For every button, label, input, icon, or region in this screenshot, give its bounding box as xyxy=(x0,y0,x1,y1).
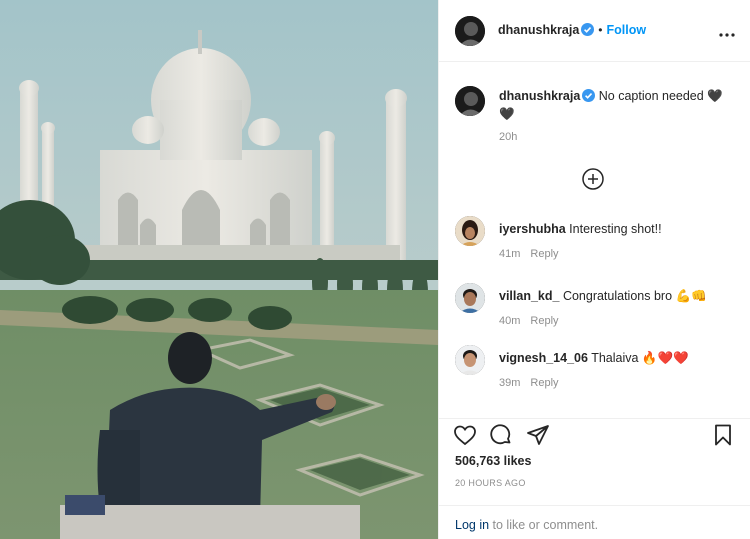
login-link[interactable]: Log in xyxy=(455,518,489,532)
comment-text: Interesting shot!! xyxy=(569,222,662,236)
bookmark-icon[interactable] xyxy=(711,423,735,450)
reply-button[interactable]: Reply xyxy=(530,248,558,260)
caption-username[interactable]: dhanushkraja xyxy=(499,89,580,103)
share-icon[interactable] xyxy=(526,423,550,450)
caption-timestamp: 20h xyxy=(499,131,518,143)
caption-body: No caption needed xyxy=(598,89,708,103)
commenter-avatar[interactable] xyxy=(455,216,485,246)
comment-icon[interactable] xyxy=(489,423,513,450)
more-options-icon[interactable] xyxy=(719,27,735,41)
commenter-avatar[interactable] xyxy=(455,345,485,375)
comment-item: villan_kd_ Congratulations bro 💪👊 40m Rep… xyxy=(439,283,750,327)
post-photo xyxy=(0,0,438,539)
taj-mahal-image xyxy=(0,0,438,539)
comment-username[interactable]: vignesh_14_06 xyxy=(499,351,588,365)
reply-button[interactable]: Reply xyxy=(530,377,558,389)
post-actions: 506,763 likes 20 HOURS AGO Log in to lik… xyxy=(439,418,750,539)
like-count[interactable]: 506,763 likes xyxy=(455,454,531,468)
comment-username[interactable]: villan_kd_ xyxy=(499,289,559,303)
comment-time: 40m xyxy=(499,315,521,327)
reply-button[interactable]: Reply xyxy=(530,315,558,327)
comment-time: 41m xyxy=(499,248,521,260)
load-more-icon[interactable] xyxy=(581,167,605,194)
verified-icon xyxy=(582,89,596,106)
comment-username[interactable]: iyershubha xyxy=(499,222,566,236)
post-header: dhanushkraja • Follow xyxy=(439,0,750,62)
comment-item: vignesh_14_06 Thalaiva 🔥❤️❤️ 39m Reply xyxy=(439,345,750,389)
commenter-avatar[interactable] xyxy=(455,283,485,313)
comment-item: iyershubha Interesting shot!! 41m Reply xyxy=(439,216,750,260)
login-prompt: Log in to like or comment. xyxy=(439,505,750,539)
follow-button[interactable]: Follow xyxy=(606,23,646,37)
login-suffix: to like or comment. xyxy=(489,518,599,532)
post-timestamp: 20 HOURS AGO xyxy=(455,478,526,488)
caption-text: dhanushkraja No caption needed 🖤 🖤 xyxy=(499,88,729,122)
caption-avatar[interactable] xyxy=(455,86,485,116)
author-avatar[interactable] xyxy=(455,16,485,46)
comment-text: Thalaiva 🔥❤️❤️ xyxy=(591,351,689,365)
comment-text: Congratulations bro 💪👊 xyxy=(562,289,707,303)
verified-icon xyxy=(581,23,595,39)
comment-time: 39m xyxy=(499,377,521,389)
post-side-panel: dhanushkraja • Follow dhanushkraja No capt… xyxy=(438,0,750,539)
author-username[interactable]: dhanushkraja xyxy=(498,23,579,37)
heart-icon[interactable] xyxy=(453,423,477,450)
separator: • xyxy=(598,23,603,37)
